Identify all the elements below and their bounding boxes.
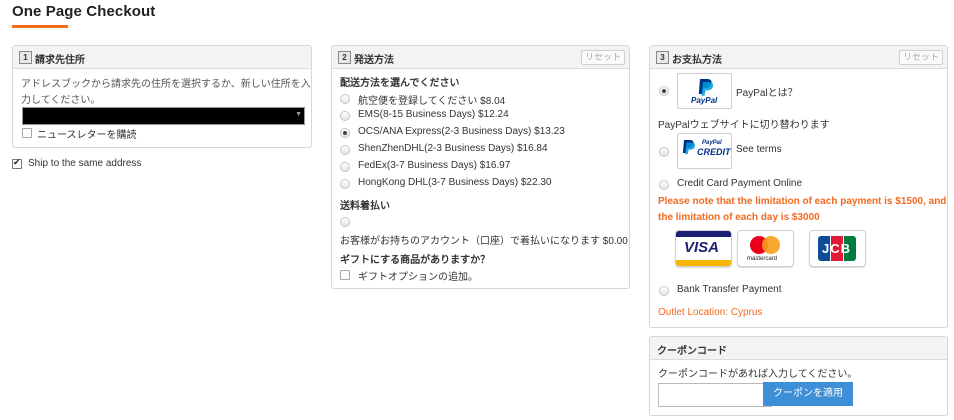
chevron-down-icon: ▼ xyxy=(295,111,302,118)
paypal-logo: PayPal xyxy=(677,73,732,109)
visa-text: VISA xyxy=(684,239,720,256)
billing-panel: 1 請求先住所 アドレスブックから請求先の住所を選択するか、新しい住所を入 力し… xyxy=(12,45,312,148)
shipping-option-label-2: OCS/ANA Express(2-3 Business Days) $13.2… xyxy=(358,126,565,137)
billing-panel-header: 1 請求先住所 xyxy=(13,46,311,69)
shipping-option-radio-3[interactable] xyxy=(340,145,350,155)
step-number-3: 3 xyxy=(656,51,669,64)
gift-option-checkbox[interactable] xyxy=(340,270,350,280)
step-number-2: 2 xyxy=(338,51,351,64)
billing-instruction-line1: アドレスブックから請求先の住所を選択するか、新しい住所を入 xyxy=(21,79,311,90)
shipping-panel-title: 発送方法 xyxy=(354,55,394,66)
coupon-panel-header: クーポンコード xyxy=(650,337,947,360)
shipping-option-label-4: FedEx(3-7 Business Days) $16.97 xyxy=(358,160,511,171)
newsletter-checkbox[interactable] xyxy=(22,128,32,138)
see-terms-link[interactable]: See terms xyxy=(736,144,782,155)
ship-same-checkbox[interactable] xyxy=(12,157,22,169)
ship-same-label: Ship to the same address xyxy=(28,158,142,169)
outlet-location: Outlet Location: Cyprus xyxy=(658,307,763,318)
paypal-redirect-text: PayPalウェブサイトに切り替わります xyxy=(658,120,830,131)
shipping-option-label-1: EMS(8-15 Business Days) $12.24 xyxy=(358,109,509,120)
visa-top-band xyxy=(676,231,731,237)
payment-paypal-radio[interactable] xyxy=(659,86,669,96)
shipping-option-radio-2[interactable] xyxy=(340,128,350,138)
shipping-reset-button[interactable]: リセット xyxy=(581,50,625,65)
mastercard-orange-circle xyxy=(762,236,780,254)
mastercard-logo: mastercard xyxy=(737,230,794,267)
shipping-option-label-0: 航空便を登録してください $8.04 xyxy=(358,96,506,107)
jcb-card-logo: JCB xyxy=(809,230,866,267)
title-underline xyxy=(12,25,68,28)
bank-transfer-label: Bank Transfer Payment xyxy=(677,284,782,295)
collect-title: 送料着払い xyxy=(340,201,390,212)
payment-panel: 3 お支払方法 リセット PayPal PayPalとは？ PayPalウェブサ… xyxy=(649,45,948,328)
shipping-option-label-5: HongKong DHL(3-7 Business Days) $22.30 xyxy=(358,177,552,188)
step-number-1: 1 xyxy=(19,51,32,64)
collect-radio[interactable] xyxy=(340,217,350,227)
payment-bank-transfer-radio[interactable] xyxy=(659,286,669,296)
payment-reset-button[interactable]: リセット xyxy=(899,50,943,65)
jcb-text: JCB xyxy=(822,241,852,256)
limit-note-line2: the limitation of each day is $3000 xyxy=(658,212,820,223)
paypal-what-link[interactable]: PayPalとは？ xyxy=(736,84,798,99)
billing-panel-title: 請求先住所 xyxy=(35,55,85,66)
coupon-input[interactable] xyxy=(658,383,772,407)
mastercard-text: mastercard xyxy=(747,256,778,262)
billing-instruction-line2: 力してください。 xyxy=(21,95,101,106)
shipping-option-radio-5[interactable] xyxy=(340,179,350,189)
collect-desc: お客様がお持ちのアカウント（口座）で着払いになります $0.00 xyxy=(340,236,628,247)
coupon-panel: クーポンコード クーポンコードがあれば入力してください。 クーポンを適用 xyxy=(649,336,948,416)
shipping-option-radio-4[interactable] xyxy=(340,162,350,172)
payment-paypal-credit-radio[interactable] xyxy=(659,147,669,157)
coupon-panel-title: クーポンコード xyxy=(657,346,727,357)
paypal-logo-text: PayPal xyxy=(691,96,718,105)
payment-panel-title: お支払方法 xyxy=(672,55,722,66)
payment-credit-card-radio[interactable] xyxy=(659,180,669,190)
shipping-option-label-3: ShenZhenDHL(2-3 Business Days) $16.84 xyxy=(358,143,548,154)
coupon-instruction: クーポンコードがあれば入力してください。 xyxy=(658,369,858,380)
shipping-panel: 2 発送方法 リセット 配送方法を選んでください 航空便を登録してください $8… xyxy=(331,45,630,289)
gift-option-label: ギフトオプションの追加。 xyxy=(358,272,478,283)
newsletter-label: ニュースレターを購読 xyxy=(37,130,137,141)
limit-note-line1: Please note that the limitation of each … xyxy=(658,196,947,207)
payment-panel-header: 3 お支払方法 リセット xyxy=(650,46,947,69)
shipping-section-title: 配送方法を選んでください xyxy=(340,78,460,89)
paypal-credit-logo: PayPal CREDIT xyxy=(677,133,732,169)
shipping-option-radio-0[interactable] xyxy=(340,94,350,104)
visa-card-logo: VISA xyxy=(675,230,732,267)
paypal-credit-logo-text: PayPal xyxy=(702,140,722,146)
credit-card-label: Credit Card Payment Online xyxy=(677,178,803,189)
shipping-option-radio-1[interactable] xyxy=(340,111,350,121)
page-title: One Page Checkout xyxy=(12,3,156,20)
address-select[interactable]: ▼ xyxy=(22,107,305,125)
paypal-credit-logo-sub: CREDIT xyxy=(697,147,731,157)
coupon-apply-button[interactable]: クーポンを適用 xyxy=(763,382,853,406)
visa-bottom-band xyxy=(676,260,731,266)
shipping-panel-header: 2 発送方法 リセット xyxy=(332,46,629,69)
gift-title: ギフトにする商品がありますか？ xyxy=(340,255,491,266)
